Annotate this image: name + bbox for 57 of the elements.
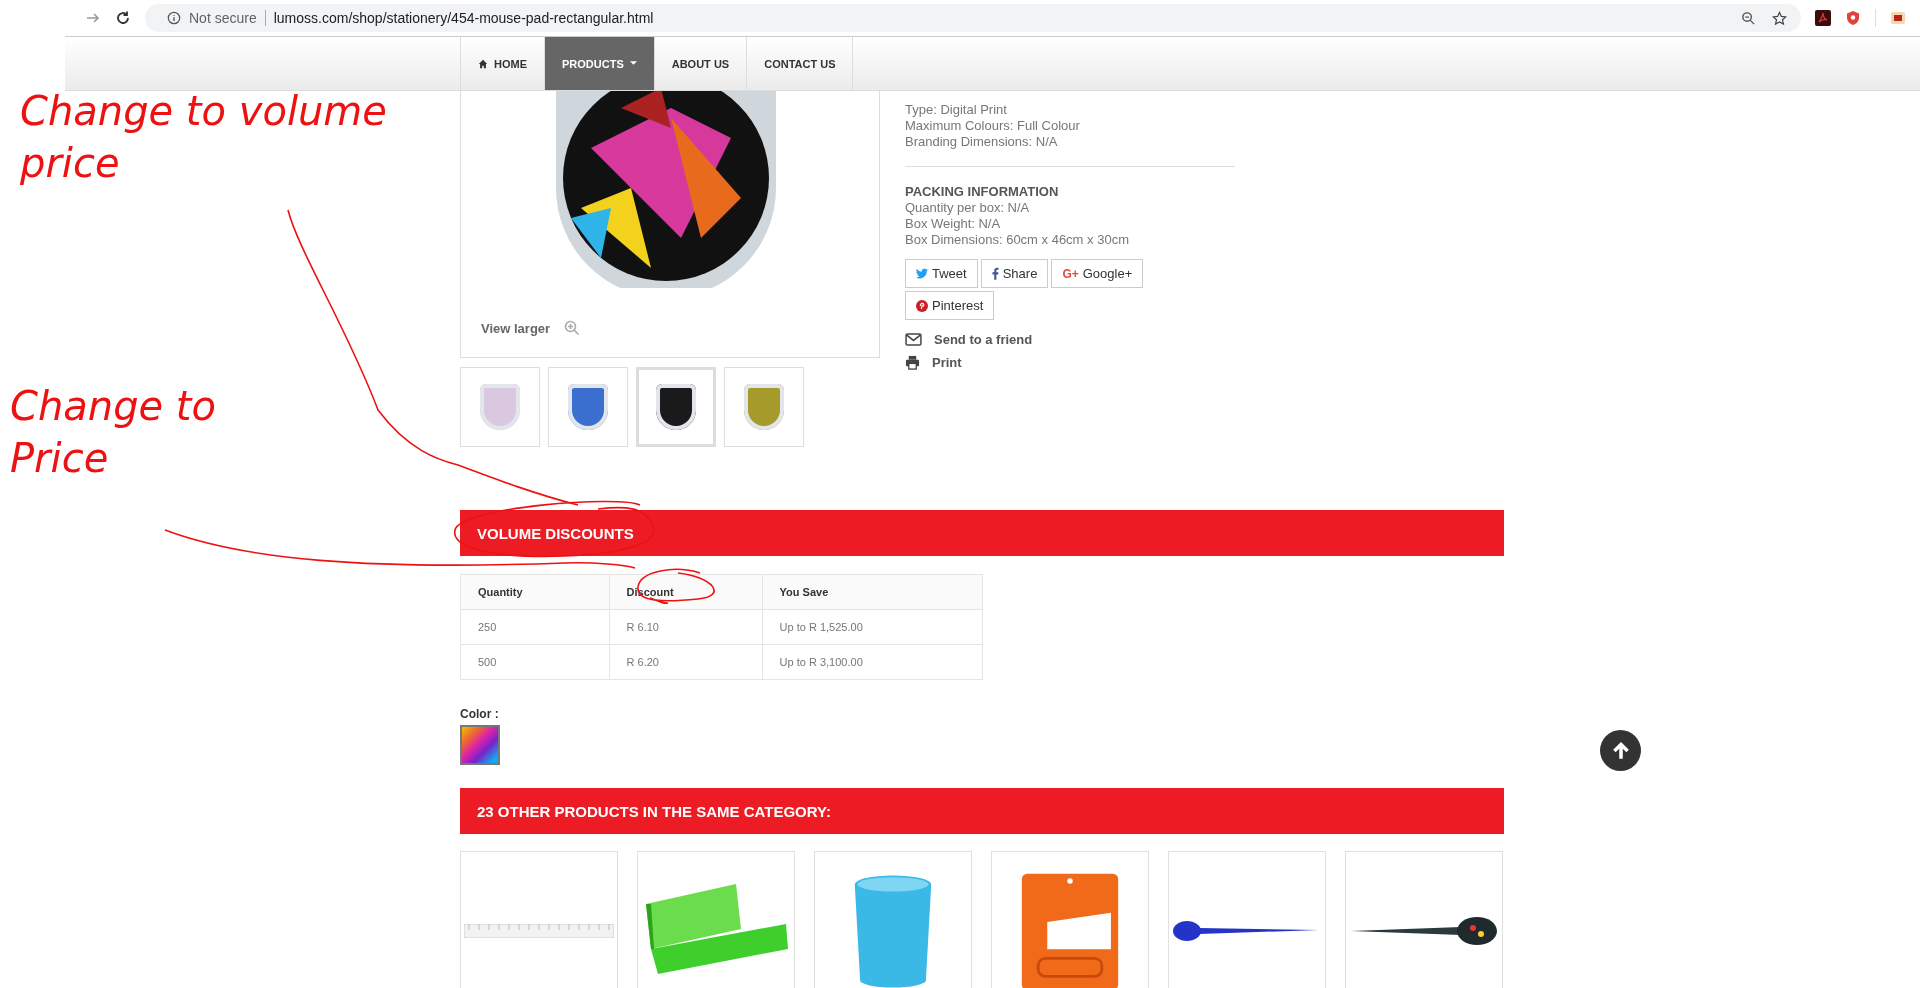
extension-icon[interactable] — [1890, 10, 1906, 26]
share-button[interactable]: Tweet — [905, 259, 978, 288]
bird-icon — [916, 268, 928, 279]
table-cell: 500 — [460, 644, 609, 680]
url-text[interactable]: lumoss.com/shop/stationery/454-mouse-pad-rectangular.html — [273, 10, 654, 26]
product-thumbnail[interactable] — [460, 367, 540, 447]
nav-link[interactable]: PRODUCTS — [545, 37, 655, 90]
product-card[interactable] — [1168, 851, 1326, 988]
nav-link[interactable]: ABOUT US — [654, 37, 748, 90]
column-header: Quantity — [460, 574, 609, 610]
view-larger-link[interactable]: View larger — [481, 321, 551, 336]
handwritten-note: Change to Price — [10, 382, 217, 483]
table-cell: R 6.10 — [609, 609, 763, 645]
share-button[interactable]: Pinterest — [905, 291, 995, 320]
product-thumbnail[interactable] — [724, 367, 804, 447]
packing-info-text: Quantity per box: N/A — [905, 200, 1031, 216]
scroll-to-top-button[interactable] — [1600, 730, 1641, 771]
shield-extension-icon[interactable] — [1845, 10, 1861, 26]
envelope-icon — [905, 333, 922, 346]
caret-icon — [629, 61, 637, 66]
zoom-in-icon[interactable] — [564, 320, 580, 336]
branding-info-text: Maximum Colours: Full Colour — [905, 118, 1081, 134]
share-button[interactable]: Share — [980, 259, 1049, 288]
facebook-icon — [991, 267, 999, 280]
packing-info-text: Box Weight: N/A — [905, 216, 1002, 232]
pinterest-icon — [916, 299, 928, 312]
column-header: You Save — [762, 574, 983, 610]
security-label: Not secure — [189, 10, 257, 26]
info-icon[interactable] — [167, 11, 181, 25]
google-plus-icon: G+ — [1062, 266, 1079, 281]
table-cell: 250 — [460, 609, 609, 645]
zoom-icon[interactable] — [1741, 10, 1756, 26]
packing-heading: PACKING INFORMATION — [905, 184, 1060, 200]
color-swatch[interactable] — [460, 725, 500, 765]
nav-link[interactable]: CONTACT US — [747, 37, 854, 90]
address-bar[interactable]: Not secure lumoss.com/shop/stationery/454-mouse-pad-rectangular.html — [145, 4, 1801, 32]
volume-discounts-heading: VOLUME DISCOUNTS — [477, 524, 634, 542]
send-to-friend-link[interactable]: Send to a friend — [905, 332, 1235, 347]
table-cell: Up to R 3,100.00 — [762, 644, 983, 680]
packing-info-text: Box Dimensions: 60cm x 46cm x 30cm — [905, 232, 1130, 248]
product-thumbnail[interactable] — [548, 367, 628, 447]
share-button[interactable]: G+ Google+ — [1051, 259, 1144, 288]
star-icon[interactable] — [1772, 10, 1787, 26]
product-card[interactable] — [1345, 851, 1503, 988]
handwritten-note: Change to volume price — [20, 87, 388, 188]
table-cell: R 6.20 — [609, 644, 763, 680]
product-thumbnail[interactable] — [636, 367, 716, 447]
printer-icon — [905, 355, 920, 370]
home-icon — [478, 58, 488, 69]
print-link[interactable]: Print — [905, 355, 1235, 370]
color-label: Color : — [460, 707, 500, 721]
reload-icon[interactable] — [115, 10, 131, 26]
branding-info-text: Branding Dimensions: N/A — [905, 134, 1059, 150]
pdf-extension-icon[interactable] — [1815, 10, 1831, 26]
table-cell: Up to R 1,525.00 — [762, 609, 983, 645]
related-products-heading: 23 OTHER PRODUCTS IN THE SAME CATEGORY: — [477, 802, 831, 820]
branding-info-text: Type: Digital Print — [905, 102, 1008, 118]
